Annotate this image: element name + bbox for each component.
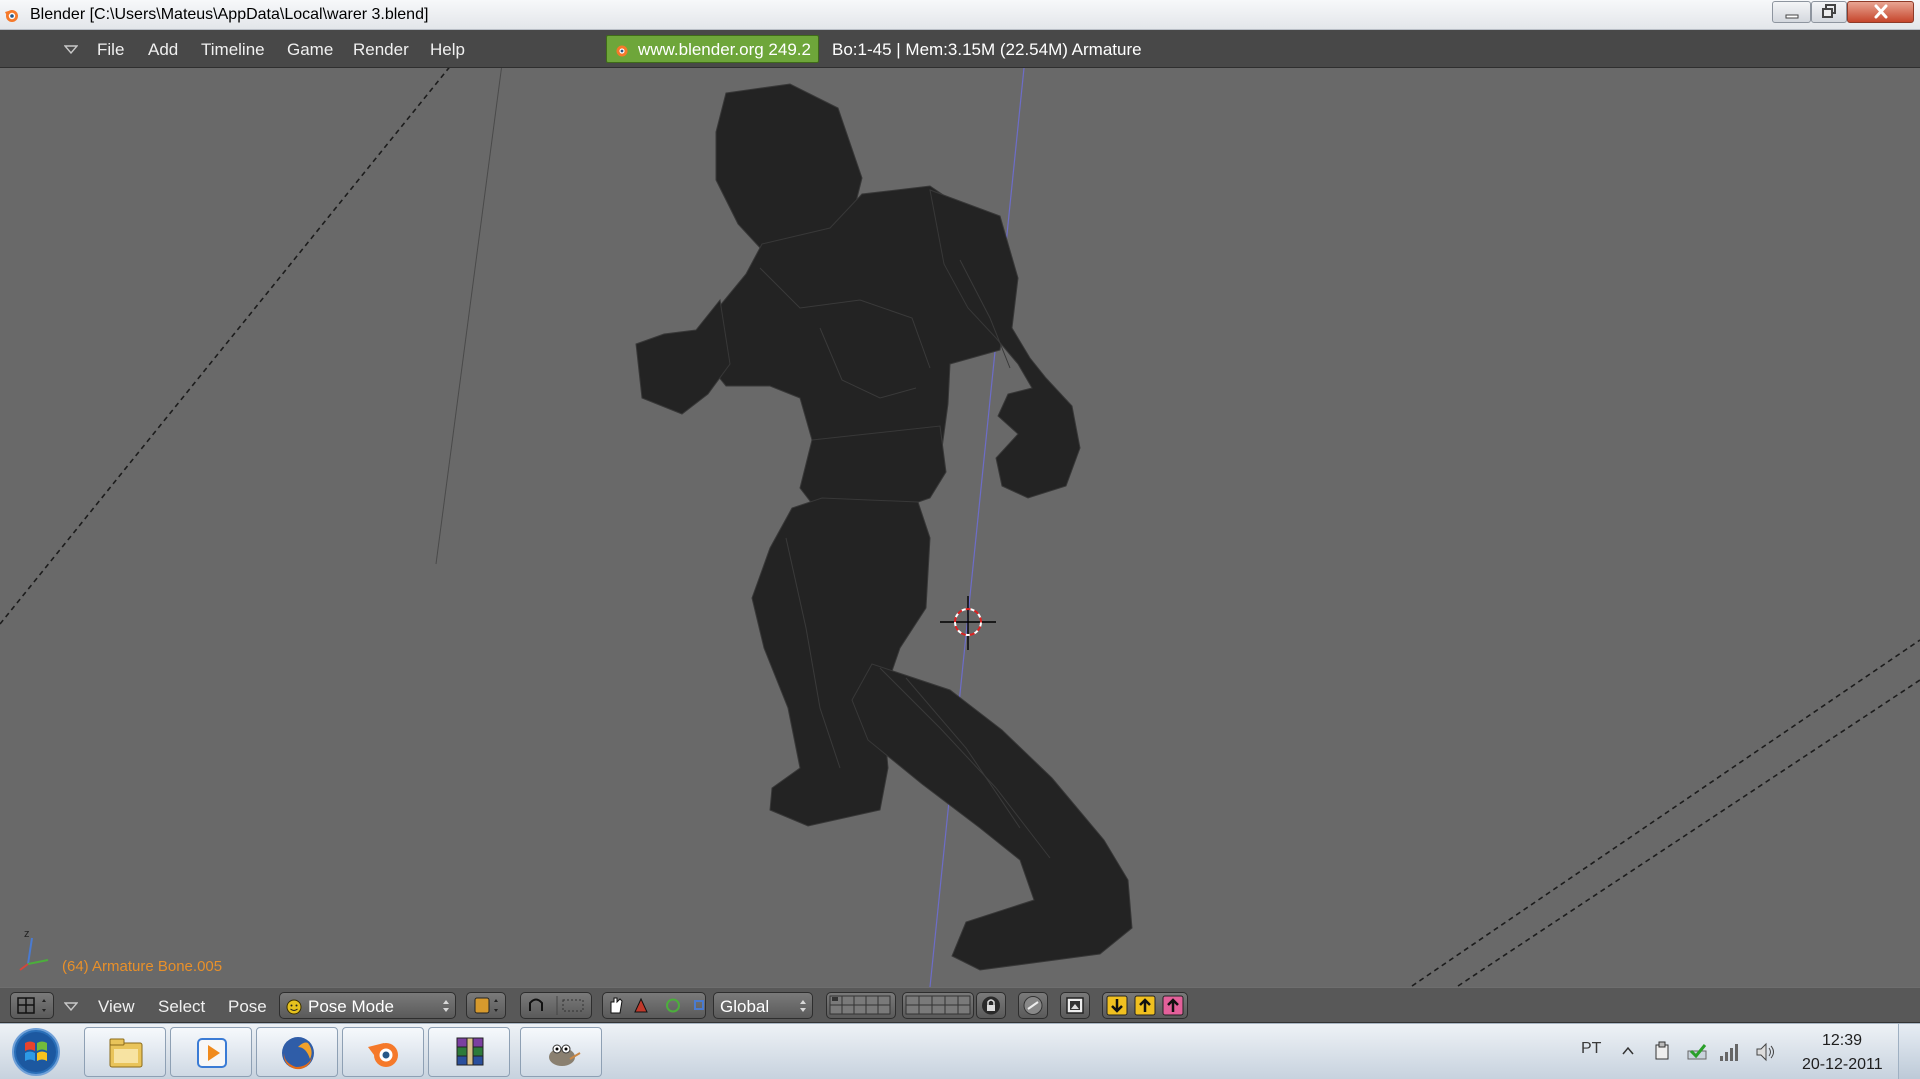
menu-timeline[interactable]: Timeline [201, 40, 265, 60]
restore-icon [1822, 4, 1836, 18]
view-type-icon [17, 997, 46, 1014]
camera-line [1457, 679, 1920, 987]
blender-logo-icon [616, 45, 628, 57]
pivot-icon [529, 996, 584, 1015]
show-hidden-icons-icon[interactable] [1622, 1046, 1634, 1056]
window-title: Blender [C:\Users\Mateus\AppData\Local\w… [30, 6, 429, 23]
menu-help[interactable]: Help [430, 40, 465, 60]
restore-button[interactable] [1811, 1, 1847, 23]
windows-explorer-icon [109, 1038, 143, 1068]
collapse-menus-icon[interactable] [64, 1002, 78, 1011]
winrar-icon [456, 1037, 484, 1066]
blender-url-text: www.blender.org 249.2 [638, 40, 811, 59]
shading-icon [474, 997, 498, 1014]
pose-mode-icon [286, 999, 302, 1015]
scene-stats: Bo:1-45 | Mem:3.15M (22.54M) Armature [832, 40, 1142, 59]
menu-select[interactable]: Select [158, 997, 205, 1017]
taskbar-app-media-player[interactable] [170, 1027, 252, 1077]
3d-viewport[interactable]: z (64) Armature Bone.005 [0, 68, 1920, 987]
menu-game[interactable]: Game [287, 40, 333, 60]
viewport-header: View Select Pose Pose Mode Global [0, 987, 1920, 1023]
mode-select-label: Pose Mode [308, 997, 394, 1016]
menu-view[interactable]: View [98, 997, 135, 1017]
taskbar-app-winrar[interactable] [428, 1027, 510, 1077]
blender-icon [5, 10, 18, 22]
firefox-icon [282, 1037, 314, 1070]
menu-add[interactable]: Add [148, 40, 178, 60]
layers-group-1[interactable] [826, 992, 896, 1019]
tray-language[interactable]: PT [1581, 1040, 1601, 1058]
minimize-icon [1785, 14, 1798, 19]
menu-file[interactable]: File [97, 40, 124, 60]
active-bone-status: (64) Armature Bone.005 [62, 958, 223, 975]
menu-render[interactable]: Render [353, 40, 409, 60]
taskbar-app-firefox[interactable] [256, 1027, 338, 1077]
axis-gizmo-icon: z [19, 928, 49, 971]
minimize-button[interactable] [1772, 1, 1811, 23]
manipulator-group[interactable] [602, 992, 706, 1019]
camera-line [0, 68, 450, 625]
mode-select[interactable]: Pose Mode [279, 992, 456, 1019]
svg-text:z: z [24, 928, 30, 940]
shading-button[interactable] [466, 992, 506, 1019]
link-icon [1023, 996, 1043, 1015]
blender-icon [368, 1043, 398, 1067]
render-button[interactable] [1060, 992, 1090, 1019]
close-icon [1874, 4, 1887, 19]
pose-copy-paste-group[interactable] [1102, 992, 1188, 1019]
menu-pose[interactable]: Pose [228, 997, 267, 1017]
clock-date[interactable]: 20-12-2011 [1802, 1056, 1883, 1074]
orientation-select-label: Global [720, 997, 770, 1016]
camera-line [1411, 639, 1920, 987]
viewport-scene[interactable]: z [0, 68, 1920, 987]
link-button[interactable] [1018, 992, 1048, 1019]
windows-taskbar: PT 12:39 20-12-2011 [0, 1023, 1920, 1079]
action-center-icon[interactable] [1686, 1041, 1708, 1063]
collapse-menus-icon[interactable] [64, 45, 78, 54]
lock-layers-button[interactable] [976, 992, 1006, 1019]
view-type-button[interactable] [10, 992, 54, 1019]
info-header: File Add Timeline Game Render Help www.b… [0, 30, 1920, 68]
show-desktop-button[interactable] [1898, 1024, 1920, 1079]
volume-icon[interactable] [1754, 1041, 1778, 1063]
window-titlebar: Blender [C:\Users\Mateus\AppData\Local\w… [0, 0, 1920, 30]
close-button[interactable] [1847, 1, 1914, 23]
taskbar-app-explorer[interactable] [84, 1027, 166, 1077]
pivot-snap-group[interactable] [520, 992, 592, 1019]
grab-icon [610, 997, 704, 1014]
layers-icon [905, 995, 971, 1015]
media-player-icon [197, 1038, 227, 1068]
layers-icon [829, 995, 891, 1015]
chevron-updown-icon [443, 1000, 449, 1012]
network-signal-icon[interactable] [1718, 1041, 1742, 1063]
lamp-line [435, 68, 502, 565]
gimp-icon [549, 1044, 581, 1066]
orientation-select[interactable]: Global [713, 992, 813, 1019]
render-icon [1066, 997, 1084, 1014]
chevron-updown-icon [800, 1000, 806, 1012]
lock-icon [982, 996, 1000, 1015]
blender-url-badge[interactable]: www.blender.org 249.2 [606, 35, 819, 63]
3d-cursor-icon [940, 596, 996, 650]
taskbar-app-blender[interactable] [342, 1027, 424, 1077]
layers-group-2[interactable] [902, 992, 974, 1019]
character-mesh[interactable] [635, 83, 1133, 971]
copy-pose-icon [1106, 995, 1184, 1016]
start-button[interactable] [8, 1027, 64, 1077]
taskbar-app-gimp[interactable] [520, 1027, 602, 1077]
clock-time[interactable]: 12:39 [1822, 1032, 1862, 1050]
safely-remove-hardware-icon[interactable] [1652, 1041, 1674, 1063]
